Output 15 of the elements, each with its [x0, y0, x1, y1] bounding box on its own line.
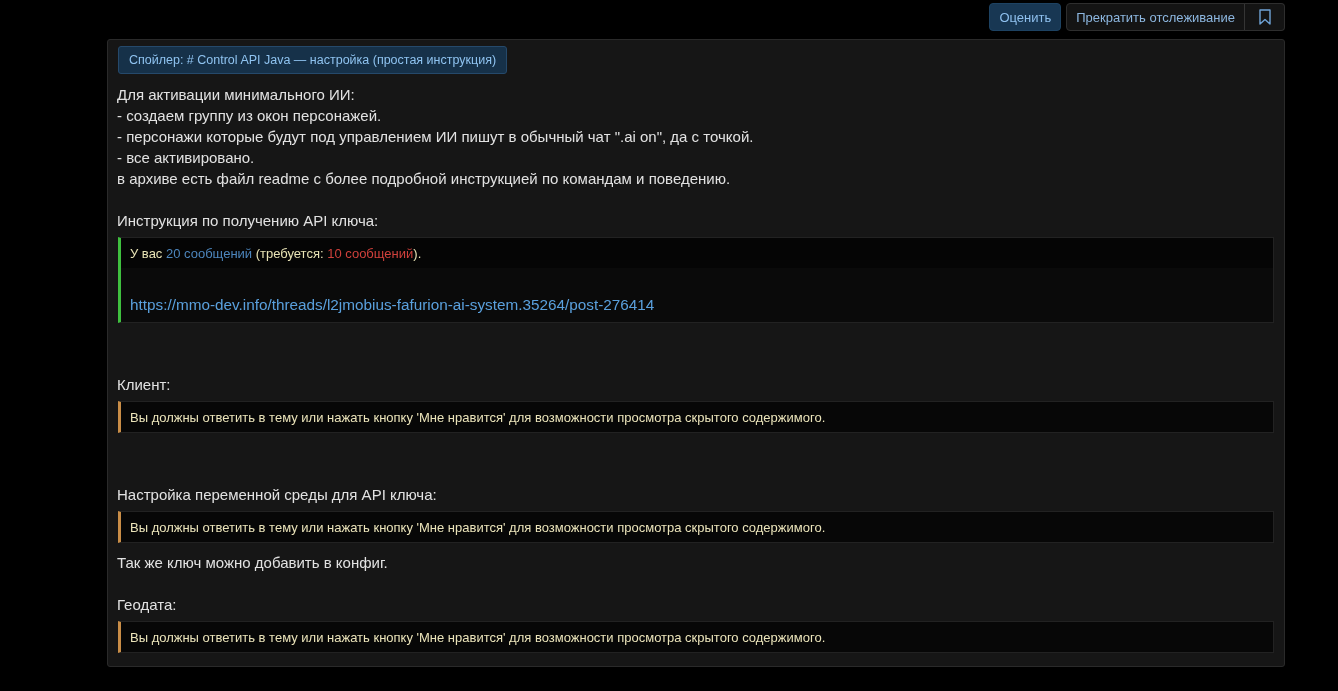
- post-text: Инструкция по получению API ключа:: [117, 211, 380, 231]
- thread-link[interactable]: https://mmo-dev.info/threads/l2jmobius-fafurion-ai-system.35264/post-276414: [130, 296, 655, 313]
- unwatch-button[interactable]: Прекратить отслеживание: [1066, 3, 1245, 31]
- post-text: Клиент:: [117, 375, 172, 395]
- spoiler-button[interactable]: Спойлер: # Control API Java — настройка (простая инструкция): [118, 46, 508, 74]
- post-text: Настройка переменной среды для API ключа:: [117, 485, 438, 505]
- message-count-notice: У вас 20 сообщений (требуется: 10 сообщений).: [130, 245, 422, 261]
- rate-button[interactable]: Оценить: [989, 3, 1062, 31]
- post-text: Для активации минимального ИИ: - создаем группу из окон персонажей. - персонажи которые будут под управлением ИИ пишут в обычный чат ".ai on", да с точкой. - все активировано. в архиве есть файл readme с более подробной инструкцией по командам и поведению.: [117, 85, 755, 189]
- locked-content-message: Вы должны ответить в тему или нажать кнопку 'Мне нравится' для возможности просмотра скрытого содержимого.: [130, 409, 826, 425]
- bookmark-button[interactable]: [1244, 3, 1285, 31]
- locked-content-message: Вы должны ответить в тему или нажать кнопку 'Мне нравится' для возможности просмотра скрытого содержимого.: [130, 629, 826, 645]
- post-text: Геодата:: [117, 595, 178, 615]
- post-text: Так же ключ можно добавить в конфиг.: [117, 553, 389, 573]
- locked-content-message: Вы должны ответить в тему или нажать кнопку 'Мне нравится' для возможности просмотра скрытого содержимого.: [130, 519, 826, 535]
